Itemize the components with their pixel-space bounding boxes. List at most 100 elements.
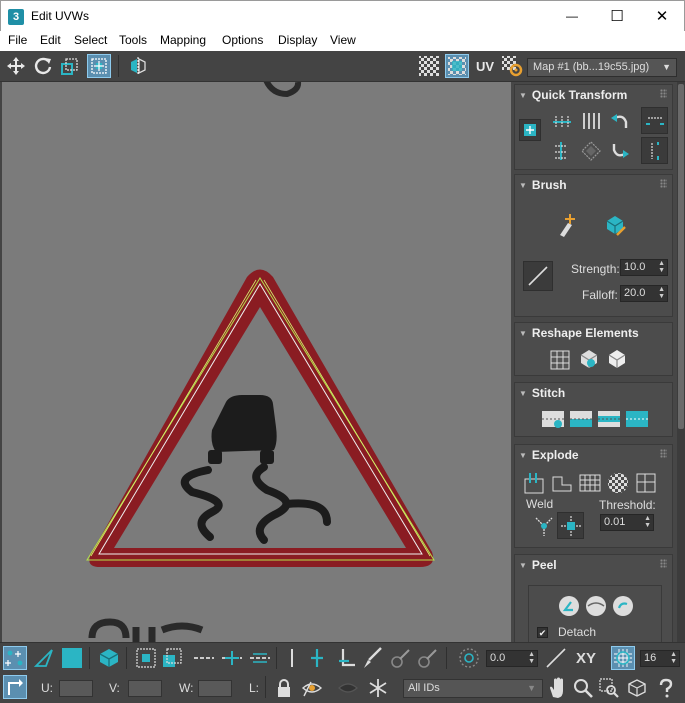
stitch-to-source-button[interactable] xyxy=(567,405,594,432)
detach-checkbox[interactable]: ✔ xyxy=(537,627,548,638)
stitch-to-target-button[interactable] xyxy=(623,405,650,432)
minimize-button[interactable]: — xyxy=(549,1,595,31)
pan-button[interactable] xyxy=(545,676,569,700)
zoom-extents-button[interactable] xyxy=(625,676,649,700)
relax-until-flat-button[interactable] xyxy=(575,345,602,372)
detach-edges-button[interactable] xyxy=(548,469,575,496)
point-to-point-button[interactable] xyxy=(280,646,304,670)
weld-selected-button[interactable] xyxy=(530,512,557,539)
soft-select-falloff-button[interactable] xyxy=(544,646,568,670)
quick-transform-header[interactable]: ▼ Quick Transform xyxy=(519,88,627,102)
u-coordinate-field[interactable] xyxy=(59,680,93,697)
rotate-cw-button[interactable] xyxy=(606,137,633,164)
space-horizontal-button[interactable] xyxy=(577,107,604,134)
uv-texture-canvas[interactable] xyxy=(2,82,511,642)
straighten-selection-button[interactable] xyxy=(547,345,574,372)
space-vertical-button[interactable] xyxy=(577,137,604,164)
menu-edit[interactable]: Edit xyxy=(40,33,61,47)
strength-spinner[interactable]: 10.0 ▲ ▼ xyxy=(620,259,668,276)
maximize-button[interactable]: ☐ xyxy=(594,1,640,31)
mirror-tool-button[interactable] xyxy=(126,54,150,78)
zoom-region-button[interactable] xyxy=(597,676,621,700)
show-map-button[interactable] xyxy=(445,54,469,78)
uv-viewport[interactable] xyxy=(2,82,511,642)
element-mode-button[interactable] xyxy=(97,646,121,670)
vertex-mode-button[interactable] xyxy=(3,646,27,670)
grid-size-spinner[interactable]: 16 ▲ ▼ xyxy=(640,650,680,667)
show-hidden-button[interactable] xyxy=(300,676,324,700)
map-settings-button[interactable] xyxy=(500,54,524,78)
brush-header[interactable]: ▼ Brush xyxy=(519,178,567,192)
align-vertical-button[interactable] xyxy=(548,137,575,164)
material-id-dropdown[interactable]: All IDs ▼ xyxy=(403,679,543,698)
grid-snap-button[interactable] xyxy=(611,646,635,670)
polygon-mode-button[interactable] xyxy=(60,646,84,670)
spinner-arrows-icon[interactable]: ▲ ▼ xyxy=(644,515,651,529)
freeze-button[interactable] xyxy=(366,676,390,700)
drag-grip-icon[interactable] xyxy=(660,449,667,458)
stitch-to-average-button[interactable] xyxy=(595,405,622,432)
menu-tools[interactable]: Tools xyxy=(119,33,147,47)
space-vertical-alt-button[interactable] xyxy=(641,137,668,164)
scale-tool-button[interactable] xyxy=(58,54,82,78)
ring-select-button[interactable] xyxy=(334,646,358,670)
target-weld-button[interactable] xyxy=(557,512,584,539)
align-horizontal-button[interactable] xyxy=(548,107,575,134)
flatten-by-smoothing-button[interactable] xyxy=(632,469,659,496)
edge-ring-button[interactable] xyxy=(220,646,244,670)
rotate-angle-spinner[interactable]: 0.0 ▲ ▼ xyxy=(486,650,538,667)
hide-button[interactable] xyxy=(336,676,360,700)
loop-select-button[interactable] xyxy=(305,646,329,670)
move-tool-button[interactable] xyxy=(4,54,28,78)
transform-gizmo-button[interactable] xyxy=(519,119,541,141)
drag-grip-icon[interactable] xyxy=(660,179,667,188)
brush-falloff-curve-button[interactable] xyxy=(523,261,553,291)
edge-mode-button[interactable] xyxy=(32,646,56,670)
w-coordinate-field[interactable] xyxy=(198,680,232,697)
quick-peel-button[interactable] xyxy=(555,592,582,619)
spinner-arrows-icon[interactable]: ▲ ▼ xyxy=(658,260,665,274)
menu-file[interactable]: File xyxy=(8,33,27,47)
reset-peel-button[interactable] xyxy=(609,592,636,619)
paint-select-grow-button[interactable] xyxy=(388,646,412,670)
absolute-offset-button[interactable] xyxy=(3,675,27,699)
relax-brush-button[interactable] xyxy=(601,211,628,238)
flatten-by-material-button[interactable] xyxy=(604,469,631,496)
spinner-arrows-icon[interactable]: ▲ ▼ xyxy=(528,651,535,665)
lock-selection-button[interactable] xyxy=(272,676,296,700)
reshape-elements-header[interactable]: ▼ Reshape Elements xyxy=(519,326,639,340)
relax-custom-button[interactable] xyxy=(603,345,630,372)
menu-select[interactable]: Select xyxy=(74,33,107,47)
spinner-arrows-icon[interactable]: ▲ ▼ xyxy=(670,651,677,665)
v-coordinate-field[interactable] xyxy=(128,680,162,697)
zoom-button[interactable] xyxy=(571,676,595,700)
peel-header[interactable]: ▼ Peel xyxy=(519,558,557,572)
menu-mapping[interactable]: Mapping xyxy=(160,33,206,47)
shrink-selection-button[interactable] xyxy=(160,646,184,670)
menu-display[interactable]: Display xyxy=(278,33,317,47)
grow-selection-button[interactable] xyxy=(134,646,158,670)
rotate-ccw-button[interactable] xyxy=(606,107,633,134)
xy-axis-button[interactable]: XY xyxy=(571,646,601,670)
rotate-tool-button[interactable] xyxy=(31,54,55,78)
stitch-custom-button[interactable] xyxy=(539,405,566,432)
threshold-spinner[interactable]: 0.01 ▲ ▼ xyxy=(600,514,654,531)
drag-grip-icon[interactable] xyxy=(660,559,667,568)
map-dropdown[interactable]: Map #1 (bb...19c55.jpg) ▼ xyxy=(527,58,677,77)
falloff-spinner[interactable]: 20.0 ▲ ▼ xyxy=(620,285,668,302)
spinner-arrows-icon[interactable]: ▲ ▼ xyxy=(658,286,665,300)
panel-scrollbar-thumb[interactable] xyxy=(678,84,684,429)
edge-loop-button[interactable] xyxy=(192,646,216,670)
edge-ring-shrink-button[interactable] xyxy=(248,646,272,670)
space-horizontal-alt-button[interactable] xyxy=(641,107,668,134)
flatten-by-polygon-button[interactable] xyxy=(576,469,603,496)
paint-select-button[interactable] xyxy=(360,646,384,670)
paint-select-shrink-button[interactable] xyxy=(415,646,439,670)
soft-selection-button[interactable] xyxy=(457,646,481,670)
checker-pattern-button[interactable] xyxy=(417,54,441,78)
explode-header[interactable]: ▼ Explode xyxy=(519,448,579,462)
peel-mode-button[interactable] xyxy=(582,592,609,619)
freeform-tool-button[interactable] xyxy=(87,54,111,78)
drag-grip-icon[interactable] xyxy=(660,89,667,98)
panel-scrollbar[interactable] xyxy=(677,82,685,642)
